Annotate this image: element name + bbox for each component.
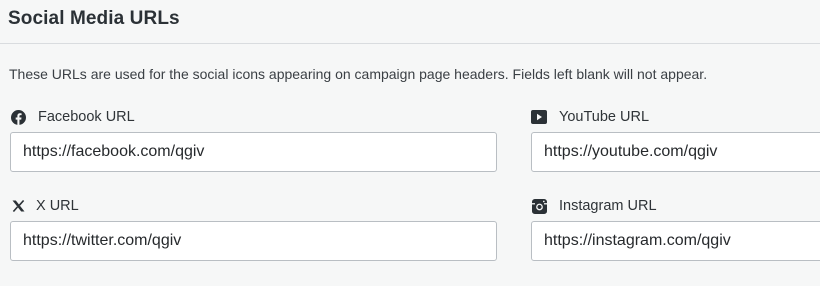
facebook-url-label-row: Facebook URL: [10, 108, 135, 126]
x-url-label: X URL: [36, 198, 79, 214]
section-title: Social Media URLs: [8, 8, 180, 29]
instagram-url-input[interactable]: [531, 221, 820, 261]
instagram-url-field: Instagram URL: [531, 197, 820, 261]
youtube-url-field: YouTube URL: [531, 108, 820, 172]
instagram-icon: [531, 198, 547, 214]
section-description: These URLs are used for the social icons…: [9, 66, 708, 82]
facebook-url-field: Facebook URL: [10, 108, 497, 172]
facebook-url-label: Facebook URL: [38, 109, 135, 125]
facebook-icon: [10, 109, 26, 125]
instagram-url-label: Instagram URL: [559, 198, 657, 214]
youtube-url-label: YouTube URL: [559, 109, 650, 125]
youtube-url-input[interactable]: [531, 132, 820, 172]
x-icon: [10, 198, 26, 214]
facebook-url-input[interactable]: [10, 132, 497, 172]
instagram-url-label-row: Instagram URL: [531, 197, 657, 215]
youtube-url-label-row: YouTube URL: [531, 108, 649, 126]
x-url-label-row: X URL: [10, 197, 79, 215]
x-url-field: X URL: [10, 197, 497, 261]
section-header: Social Media URLs: [0, 0, 820, 44]
x-url-input[interactable]: [10, 221, 497, 261]
youtube-icon: [531, 109, 547, 125]
